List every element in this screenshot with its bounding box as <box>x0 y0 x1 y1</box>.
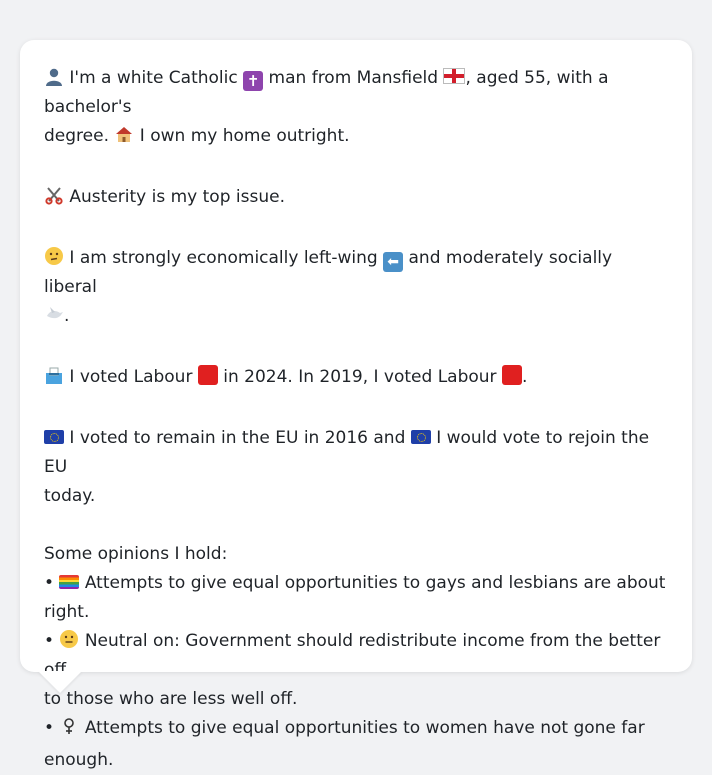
opinion-text: enough. <box>44 750 114 770</box>
opinions-section: Some opinions I hold: • Attempts to give… <box>44 540 668 775</box>
eu-flag-icon <box>44 430 64 444</box>
opinion-text: Attempts to give equal opportunities to … <box>84 718 645 738</box>
latin-cross-icon: ✝ <box>243 71 264 91</box>
eu-flag-icon <box>410 430 431 444</box>
vote-history-text: . <box>521 367 528 387</box>
house-icon <box>114 124 134 154</box>
vote-history-text: I voted Labour <box>69 367 193 387</box>
female-sign-icon <box>59 716 79 746</box>
message-bubble: I'm a white Catholic ✝ man from Mansfiel… <box>20 40 692 770</box>
eu-text: I voted to remain in the EU in 2016 and <box>69 428 406 448</box>
bubble-tail <box>38 671 82 693</box>
neutral-face-icon <box>59 629 79 649</box>
england-flag-icon <box>443 68 466 84</box>
ideology-text: . <box>64 306 70 326</box>
eu-paragraph: I voted to remain in the EU in 2016 and … <box>44 424 668 511</box>
red-square-icon <box>197 365 218 385</box>
vote-history-text: in 2024. In 2019, I voted Labour <box>223 367 497 387</box>
bullet: • <box>44 718 55 738</box>
bullet: • <box>44 631 55 651</box>
opinion-item: • Attempts to give equal opportunities t… <box>44 569 668 598</box>
ideology-paragraph: I am strongly economically left-wing ⬅ a… <box>44 244 668 334</box>
top-issue-paragraph: Austerity is my top issue. <box>44 183 668 215</box>
identity-text: man from Mansfield <box>268 68 439 88</box>
vote-history-paragraph: I voted Labour in 2024. In 2019, I voted… <box>44 363 668 395</box>
opinion-item: • Attempts to give equal opportunities t… <box>44 714 668 746</box>
dove-icon <box>44 304 64 334</box>
top-issue-text: Austerity is my top issue. <box>69 187 285 207</box>
opinion-item: • Neutral on: Government should redistri… <box>44 627 668 685</box>
eu-text: today. <box>44 486 96 506</box>
ballot-box-icon <box>44 365 64 395</box>
thinking-face-icon <box>44 246 64 266</box>
opinion-text: Attempts to give equal opportunities to … <box>84 573 666 593</box>
identity-text: I'm a white Catholic <box>69 68 238 88</box>
bust-in-silhouette-icon <box>44 66 64 86</box>
identity-paragraph: I'm a white Catholic ✝ man from Mansfiel… <box>44 64 668 154</box>
identity-text: degree. <box>44 126 109 146</box>
opinion-text: right. <box>44 602 90 622</box>
left-arrow-icon: ⬅ <box>383 252 404 272</box>
identity-text: I own my home outright. <box>139 126 350 146</box>
red-square-icon <box>501 365 522 385</box>
opinion-text: Neutral on: Government should redistribu… <box>44 631 661 680</box>
bullet: • <box>44 573 55 593</box>
ideology-text: I am strongly economically left-wing <box>69 248 378 268</box>
rainbow-flag-icon <box>59 575 80 589</box>
opinions-heading: Some opinions I hold: <box>44 544 228 564</box>
scissors-icon <box>44 185 64 215</box>
opinion-text: to those who are less well off. <box>44 689 298 709</box>
